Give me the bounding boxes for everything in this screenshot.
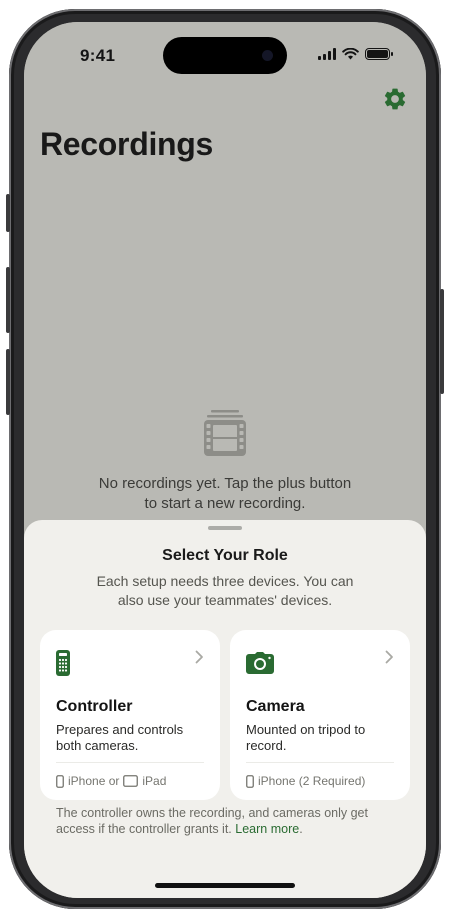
- power-button: [440, 289, 444, 394]
- camera-title: Camera: [246, 698, 305, 715]
- volume-down-button: [6, 349, 10, 415]
- role-sheet: Select Your Role Each setup needs three …: [24, 520, 426, 898]
- iphone-icon: [246, 774, 254, 788]
- sheet-title: Select Your Role: [162, 547, 288, 564]
- cellular-signal-icon: [318, 48, 336, 60]
- home-indicator[interactable]: [155, 883, 295, 888]
- volume-up-button: [6, 267, 10, 333]
- status-bar: 9:41: [24, 22, 426, 86]
- status-icons: [318, 48, 393, 60]
- page-title: Recordings: [40, 126, 214, 162]
- camera-role-card[interactable]: Camera Mounted on tripod to record. iPho…: [230, 630, 410, 800]
- controller-title: Controller: [56, 698, 133, 715]
- chevron-right-icon: [195, 650, 203, 664]
- controller-description: Prepares and controls both cameras.: [56, 722, 184, 753]
- ipad-icon: [123, 775, 139, 787]
- sheet-grabber[interactable]: [208, 526, 242, 530]
- gear-icon[interactable]: [382, 86, 408, 112]
- empty-state-message: No recordings yet. Tap the plus button t…: [98, 475, 352, 512]
- screen: 9:41 Recordings No recordings yet. Tap t…: [24, 22, 426, 898]
- sheet-footnote: The controller owns the recording, and c…: [56, 805, 400, 837]
- action-button: [6, 194, 10, 232]
- controller-role-card[interactable]: Controller Prepares and controls both ca…: [40, 630, 220, 800]
- battery-icon: [365, 48, 393, 60]
- controller-device-iphone: iPhone or: [68, 774, 120, 788]
- chevron-right-icon: [385, 650, 393, 664]
- status-time: 9:41: [80, 46, 116, 65]
- footnote-text: The controller owns the recording, and c…: [56, 806, 368, 836]
- learn-more-link[interactable]: Learn more: [235, 822, 299, 836]
- camera-icon: [246, 652, 274, 674]
- film-stack-icon: [204, 410, 246, 456]
- footnote-period: .: [299, 822, 303, 836]
- iphone-icon: [56, 774, 64, 788]
- camera-description: Mounted on tripod to record.: [246, 722, 366, 753]
- sheet-subtitle: Each setup needs three devices. You can …: [96, 573, 354, 608]
- camera-device-iphone: iPhone (2 Required): [258, 774, 366, 788]
- wifi-icon: [342, 48, 359, 60]
- controller-devices: iPhone or iPad: [56, 774, 166, 788]
- card-divider: [56, 762, 204, 763]
- remote-control-icon: [56, 650, 70, 676]
- card-divider: [246, 762, 394, 763]
- controller-device-ipad: iPad: [142, 774, 167, 788]
- camera-devices: iPhone (2 Required): [246, 774, 365, 788]
- dynamic-island: [163, 37, 287, 74]
